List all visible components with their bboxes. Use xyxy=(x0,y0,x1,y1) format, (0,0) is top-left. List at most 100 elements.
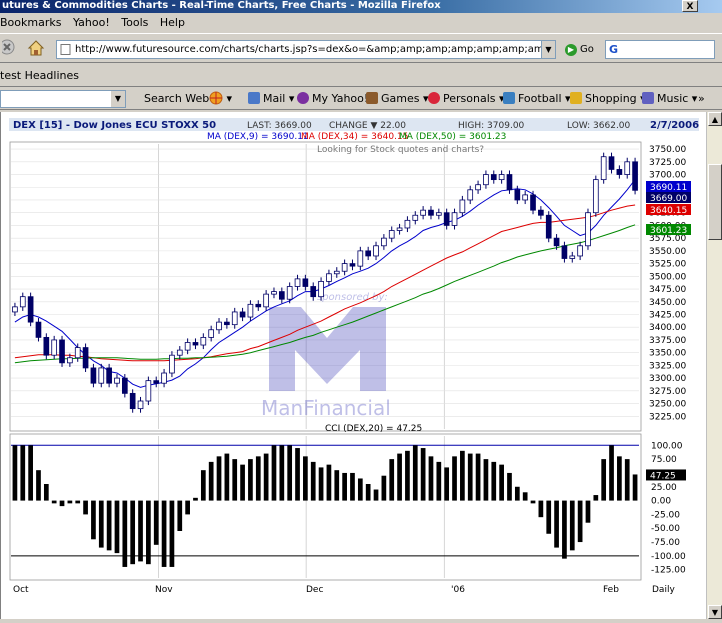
yahoo-search-dropdown-icon[interactable]: ▼ xyxy=(111,91,125,107)
go-arrow-icon: ▶ xyxy=(565,44,577,56)
price-axis-tick-label: 3375.00 xyxy=(649,336,686,346)
cci-bar xyxy=(412,445,418,501)
cci-bar xyxy=(491,461,497,501)
cci-axis-tick-label: -50.00 xyxy=(651,524,680,534)
mail-label: Mail xyxy=(263,92,286,105)
candle-body xyxy=(129,392,136,410)
menu-help[interactable]: Help xyxy=(160,16,185,29)
highlighter-icon[interactable]: ▾ xyxy=(209,88,232,110)
football-label: Football xyxy=(518,92,562,105)
price-tag-label: 3601.23 xyxy=(650,226,687,236)
menu-yahoo[interactable]: Yahoo! xyxy=(73,16,110,29)
cci-bar xyxy=(138,500,143,562)
games-icon xyxy=(366,92,378,104)
games-button[interactable]: Games ▾ xyxy=(366,88,429,110)
ma9-legend: MA (DEX,9) = 3690.11 xyxy=(207,132,309,142)
cci-bar xyxy=(271,445,277,501)
cci-bar xyxy=(310,461,316,501)
high-price: HIGH: 3709.00 xyxy=(458,121,525,131)
candle-body xyxy=(255,303,262,308)
cci-bar xyxy=(460,450,465,501)
candle-body xyxy=(51,339,58,356)
candle-body xyxy=(569,255,576,259)
search-web-button[interactable]: Search Web ▾ xyxy=(144,88,218,110)
url-dropdown-icon[interactable]: ▼ xyxy=(541,41,555,58)
stop-icon[interactable] xyxy=(0,39,20,59)
candle-body xyxy=(208,329,215,338)
cci-bar xyxy=(224,453,230,501)
my-yahoo-button[interactable]: My Yahoo! xyxy=(297,88,368,110)
candle-body xyxy=(263,293,269,308)
cci-bar xyxy=(263,453,269,501)
price-axis-tick-label: 3250.00 xyxy=(649,400,686,410)
candle-body xyxy=(357,250,364,267)
x-axis-label: Nov xyxy=(155,585,173,595)
cci-bar xyxy=(334,470,340,501)
cci-bar xyxy=(303,456,308,501)
cci-bar xyxy=(452,456,457,501)
chart-symbol-title: DEX [15] - Dow Jones ECU STOXX 50 xyxy=(13,120,216,131)
cci-bar xyxy=(83,500,88,515)
yahoo-toolbar: ▼ Search Web ▾ ▾ Mail ▾ My Yahoo! Games … xyxy=(0,88,722,110)
cci-bar xyxy=(28,445,33,501)
window-title: utures & Commodities Charts - Real-Time … xyxy=(2,0,441,11)
candle-body xyxy=(490,174,497,181)
last-price: LAST: 3669.00 xyxy=(247,121,312,131)
candle-body xyxy=(161,372,167,384)
clipped-promo-text: Looking for Stock quotes and charts? xyxy=(317,145,484,155)
search-input[interactable]: G xyxy=(605,40,715,59)
window-close-button[interactable]: X xyxy=(682,0,698,12)
shopping-button[interactable]: Shopping ▾ xyxy=(570,88,646,110)
candle-body xyxy=(271,291,277,295)
cci-bar xyxy=(114,500,120,554)
shopping-label: Shopping xyxy=(585,92,637,105)
heart-icon xyxy=(428,92,440,104)
cci-bar xyxy=(381,475,387,501)
candle-body xyxy=(561,245,568,259)
toolbar-overflow-button[interactable]: » xyxy=(698,88,705,110)
url-input[interactable]: http://www.futuresource.com/charts/chart… xyxy=(56,40,556,59)
candle-body xyxy=(35,321,42,338)
scroll-thumb[interactable] xyxy=(708,164,722,240)
menu-bookmarks[interactable]: Bookmarks xyxy=(0,16,61,29)
price-axis-tick-label: 3725.00 xyxy=(649,158,686,168)
cci-bar xyxy=(483,459,489,501)
menu-tools[interactable]: Tools xyxy=(121,16,148,29)
personals-button[interactable]: Personals ▾ xyxy=(428,88,505,110)
x-axis-label: Oct xyxy=(13,585,29,595)
football-button[interactable]: Football ▾ xyxy=(503,88,571,110)
home-icon[interactable] xyxy=(26,39,46,59)
candle-body xyxy=(412,214,419,221)
candle-body xyxy=(577,245,583,257)
latest-headlines-link[interactable]: test Headlines xyxy=(0,69,79,82)
candle-body xyxy=(169,354,175,374)
cci-bar xyxy=(365,484,371,501)
cci-bar xyxy=(475,453,481,501)
cci-bar xyxy=(444,467,450,501)
candle-body xyxy=(616,169,623,175)
chart-date: 2/7/2006 xyxy=(650,120,699,131)
yahoo-search-input[interactable]: ▼ xyxy=(0,90,126,108)
cci-bar xyxy=(562,500,567,559)
music-button[interactable]: Music ▾ xyxy=(642,88,697,110)
price-axis-tick-label: 3225.00 xyxy=(649,412,686,422)
cci-bar xyxy=(585,500,591,523)
candle-body xyxy=(59,339,65,364)
cci-bar xyxy=(601,459,607,501)
candle-body xyxy=(310,286,317,298)
vertical-scrollbar[interactable]: ▲ ▼ xyxy=(706,112,722,619)
shopping-tag-icon xyxy=(570,92,582,104)
search-engine-logo: G xyxy=(609,43,619,56)
navigation-toolbar: http://www.futuresource.com/charts/chart… xyxy=(0,33,722,63)
price-axis-tick-label: 3275.00 xyxy=(649,387,686,397)
candle-body xyxy=(121,377,128,394)
go-button[interactable]: ▶ Go xyxy=(565,42,594,58)
candle-body xyxy=(145,380,152,402)
cci-value-tag-label: 47.25 xyxy=(650,471,676,481)
ma50-legend: MA (DEX,50) = 3601.23 xyxy=(399,132,506,142)
scroll-down-arrow[interactable]: ▼ xyxy=(708,605,722,619)
cci-bar xyxy=(530,500,536,504)
yahoo-mail-button[interactable]: Mail ▾ xyxy=(248,88,294,110)
scroll-up-arrow[interactable]: ▲ xyxy=(708,112,722,126)
candle-body xyxy=(106,367,112,384)
